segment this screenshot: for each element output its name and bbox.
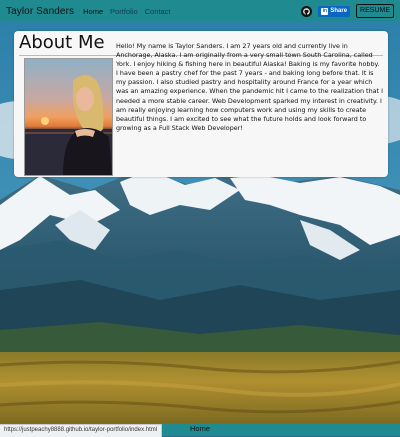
top-navbar: Taylor Sanders Home Portfolio Contact in… — [0, 0, 400, 22]
about-me-card: About Me Hello! My name is Taylor Sander… — [14, 31, 388, 177]
share-label: Share — [330, 7, 348, 14]
nav-links: Home Portfolio Contact — [83, 7, 170, 16]
github-icon[interactable] — [301, 5, 313, 17]
status-bar-url: https://justpeachy8888.github.io/taylor-… — [0, 424, 163, 437]
profile-photo — [24, 58, 113, 176]
nav-link-home[interactable]: Home — [83, 7, 103, 16]
page-title: About Me — [19, 32, 105, 53]
linkedin-share-button[interactable]: in Share — [318, 5, 351, 17]
brand-name[interactable]: Taylor Sanders — [6, 6, 74, 17]
nav-actions: in Share RESUME — [301, 4, 394, 18]
nav-link-portfolio[interactable]: Portfolio — [110, 7, 138, 16]
footer-home-link[interactable]: Home — [190, 424, 210, 433]
resume-button[interactable]: RESUME — [356, 4, 394, 18]
nav-link-contact[interactable]: Contact — [145, 7, 171, 16]
bio-paragraph: Hello! My name is Taylor Sanders. I am 2… — [116, 42, 383, 132]
linkedin-icon: in — [321, 7, 329, 15]
profile-photo-image — [25, 59, 112, 175]
